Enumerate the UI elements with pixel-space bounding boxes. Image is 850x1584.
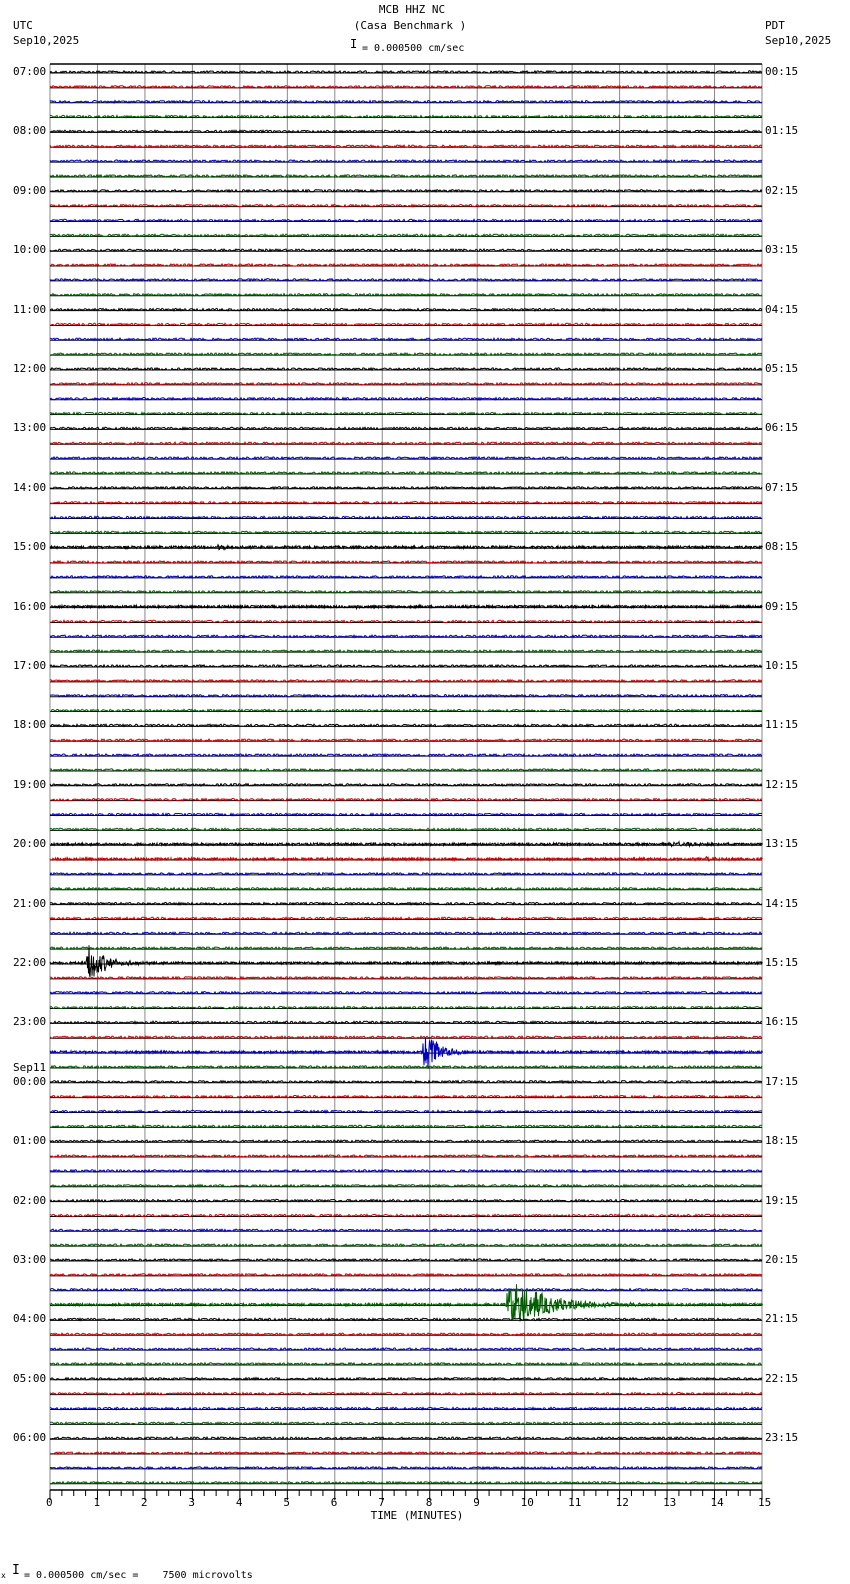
pdt-hour-label: 02:15 [765, 183, 799, 197]
pdt-hour-label: 01:15 [765, 124, 799, 138]
seismic-trace [49, 247, 763, 253]
pdt-hour-label: 20:15 [765, 1253, 799, 1266]
utc-hour-label: 23:00 [13, 1015, 47, 1029]
pdt-hour-label: 04:15 [765, 302, 799, 316]
footer-scale-bar-icon: I [12, 1563, 20, 1578]
utc-hour-label: 04:00 [13, 1312, 47, 1326]
x-axis-label: TIME (MINUTES) [370, 1509, 464, 1522]
utc-hour-label: 17:00 [13, 659, 47, 672]
seismic-trace [49, 871, 763, 877]
pdt-hour-label: 15:15 [765, 956, 799, 969]
utc-hour-label: 22:00 [13, 956, 47, 969]
seismic-trace [49, 69, 763, 75]
utc-hour-label: 10:00 [13, 243, 47, 257]
x-tick-label: 7 [378, 1496, 385, 1509]
utc-hour-label: 07:00 [13, 65, 47, 78]
x-tick-label: 15 [758, 1496, 772, 1509]
x-tick-label: 10 [520, 1496, 534, 1509]
pdt-hour-label: 16:15 [765, 1015, 799, 1029]
pdt-hour-label: 23:15 [765, 1431, 799, 1445]
utc-hour-label: 19:00 [13, 777, 47, 791]
seismic-trace [49, 574, 763, 580]
utc-hour-label: 09:00 [13, 183, 47, 197]
pdt-hour-label: 08:15 [765, 540, 799, 554]
pdt-hour-label: 10:15 [765, 659, 799, 672]
x-tick-label: 3 [188, 1496, 196, 1509]
utc-hour-label: 00:00 [13, 1074, 47, 1088]
seismic-trace [49, 945, 763, 978]
pdt-hour-label: 13:15 [765, 837, 799, 851]
x-tick-label: 13 [663, 1496, 677, 1509]
x-tick-label: 8 [425, 1496, 433, 1509]
pdt-hour-label: 00:15 [765, 65, 799, 78]
seismic-trace [49, 1213, 763, 1218]
x-tick-label: 5 [283, 1496, 290, 1509]
utc-hour-label: 08:00 [13, 124, 47, 138]
utc-hour-label: 13:00 [13, 421, 47, 435]
seismic-trace [49, 543, 763, 551]
pdt-hour-label: 19:15 [765, 1193, 799, 1207]
x-tick-label: 1 [93, 1496, 101, 1509]
date-change-label: Sep11 [13, 1060, 47, 1074]
pdt-hour-label: 21:15 [765, 1312, 799, 1326]
pdt-hour-label: 17:15 [765, 1074, 799, 1088]
x-tick-label: 4 [235, 1496, 243, 1509]
helicorder-plot [49, 63, 763, 1500]
pdt-hour-label: 09:15 [765, 599, 799, 613]
utc-hour-label: 14:00 [13, 480, 47, 494]
x-tick-label: 2 [140, 1496, 148, 1509]
pdt-hour-label: 18:15 [765, 1134, 799, 1148]
utc-hour-label: 03:00 [13, 1253, 47, 1266]
x-tick-label: 0 [46, 1496, 53, 1509]
utc-hour-label: 12:00 [13, 362, 47, 375]
pdt-hour-label: 14:15 [765, 896, 799, 910]
pdt-hour-label: 11:15 [765, 718, 799, 732]
utc-hour-label: 16:00 [13, 599, 47, 613]
seismic-trace [49, 855, 763, 863]
pdt-hour-label: 22:15 [765, 1371, 799, 1385]
utc-hour-label: 05:00 [13, 1371, 47, 1385]
utc-hour-label: 20:00 [13, 837, 47, 851]
utc-hour-label: 21:00 [13, 896, 47, 910]
seismic-trace [49, 603, 763, 611]
pdt-hour-label: 12:15 [765, 777, 799, 791]
seismic-trace [49, 336, 763, 342]
pdt-hour-label: 07:15 [765, 480, 799, 494]
footer-marker: x [1, 1571, 6, 1580]
x-tick-label: 12 [615, 1496, 629, 1509]
x-tick-label: 14 [710, 1496, 724, 1509]
utc-hour-label: 01:00 [13, 1134, 47, 1148]
x-tick-label: 11 [568, 1496, 582, 1509]
pdt-hour-label: 05:15 [765, 362, 799, 375]
pdt-hour-label: 06:15 [765, 421, 799, 435]
utc-hour-label: 15:00 [13, 540, 47, 554]
utc-hour-label: 18:00 [13, 718, 47, 732]
seismic-trace [49, 188, 763, 194]
x-tick-label: 6 [330, 1496, 338, 1509]
footer-scale-label: = 0.000500 cm/sec = 7500 microvolts [24, 1570, 253, 1581]
seismogram-page: MCB HHZ NC (Casa Benchmark ) UTC Sep10,2… [0, 0, 850, 1584]
utc-hour-label: 02:00 [13, 1193, 47, 1207]
x-tick-label: 9 [473, 1496, 480, 1509]
utc-hour-label: 11:00 [13, 302, 47, 316]
utc-hour-label: 06:00 [13, 1431, 47, 1445]
pdt-hour-label: 03:15 [765, 243, 799, 257]
